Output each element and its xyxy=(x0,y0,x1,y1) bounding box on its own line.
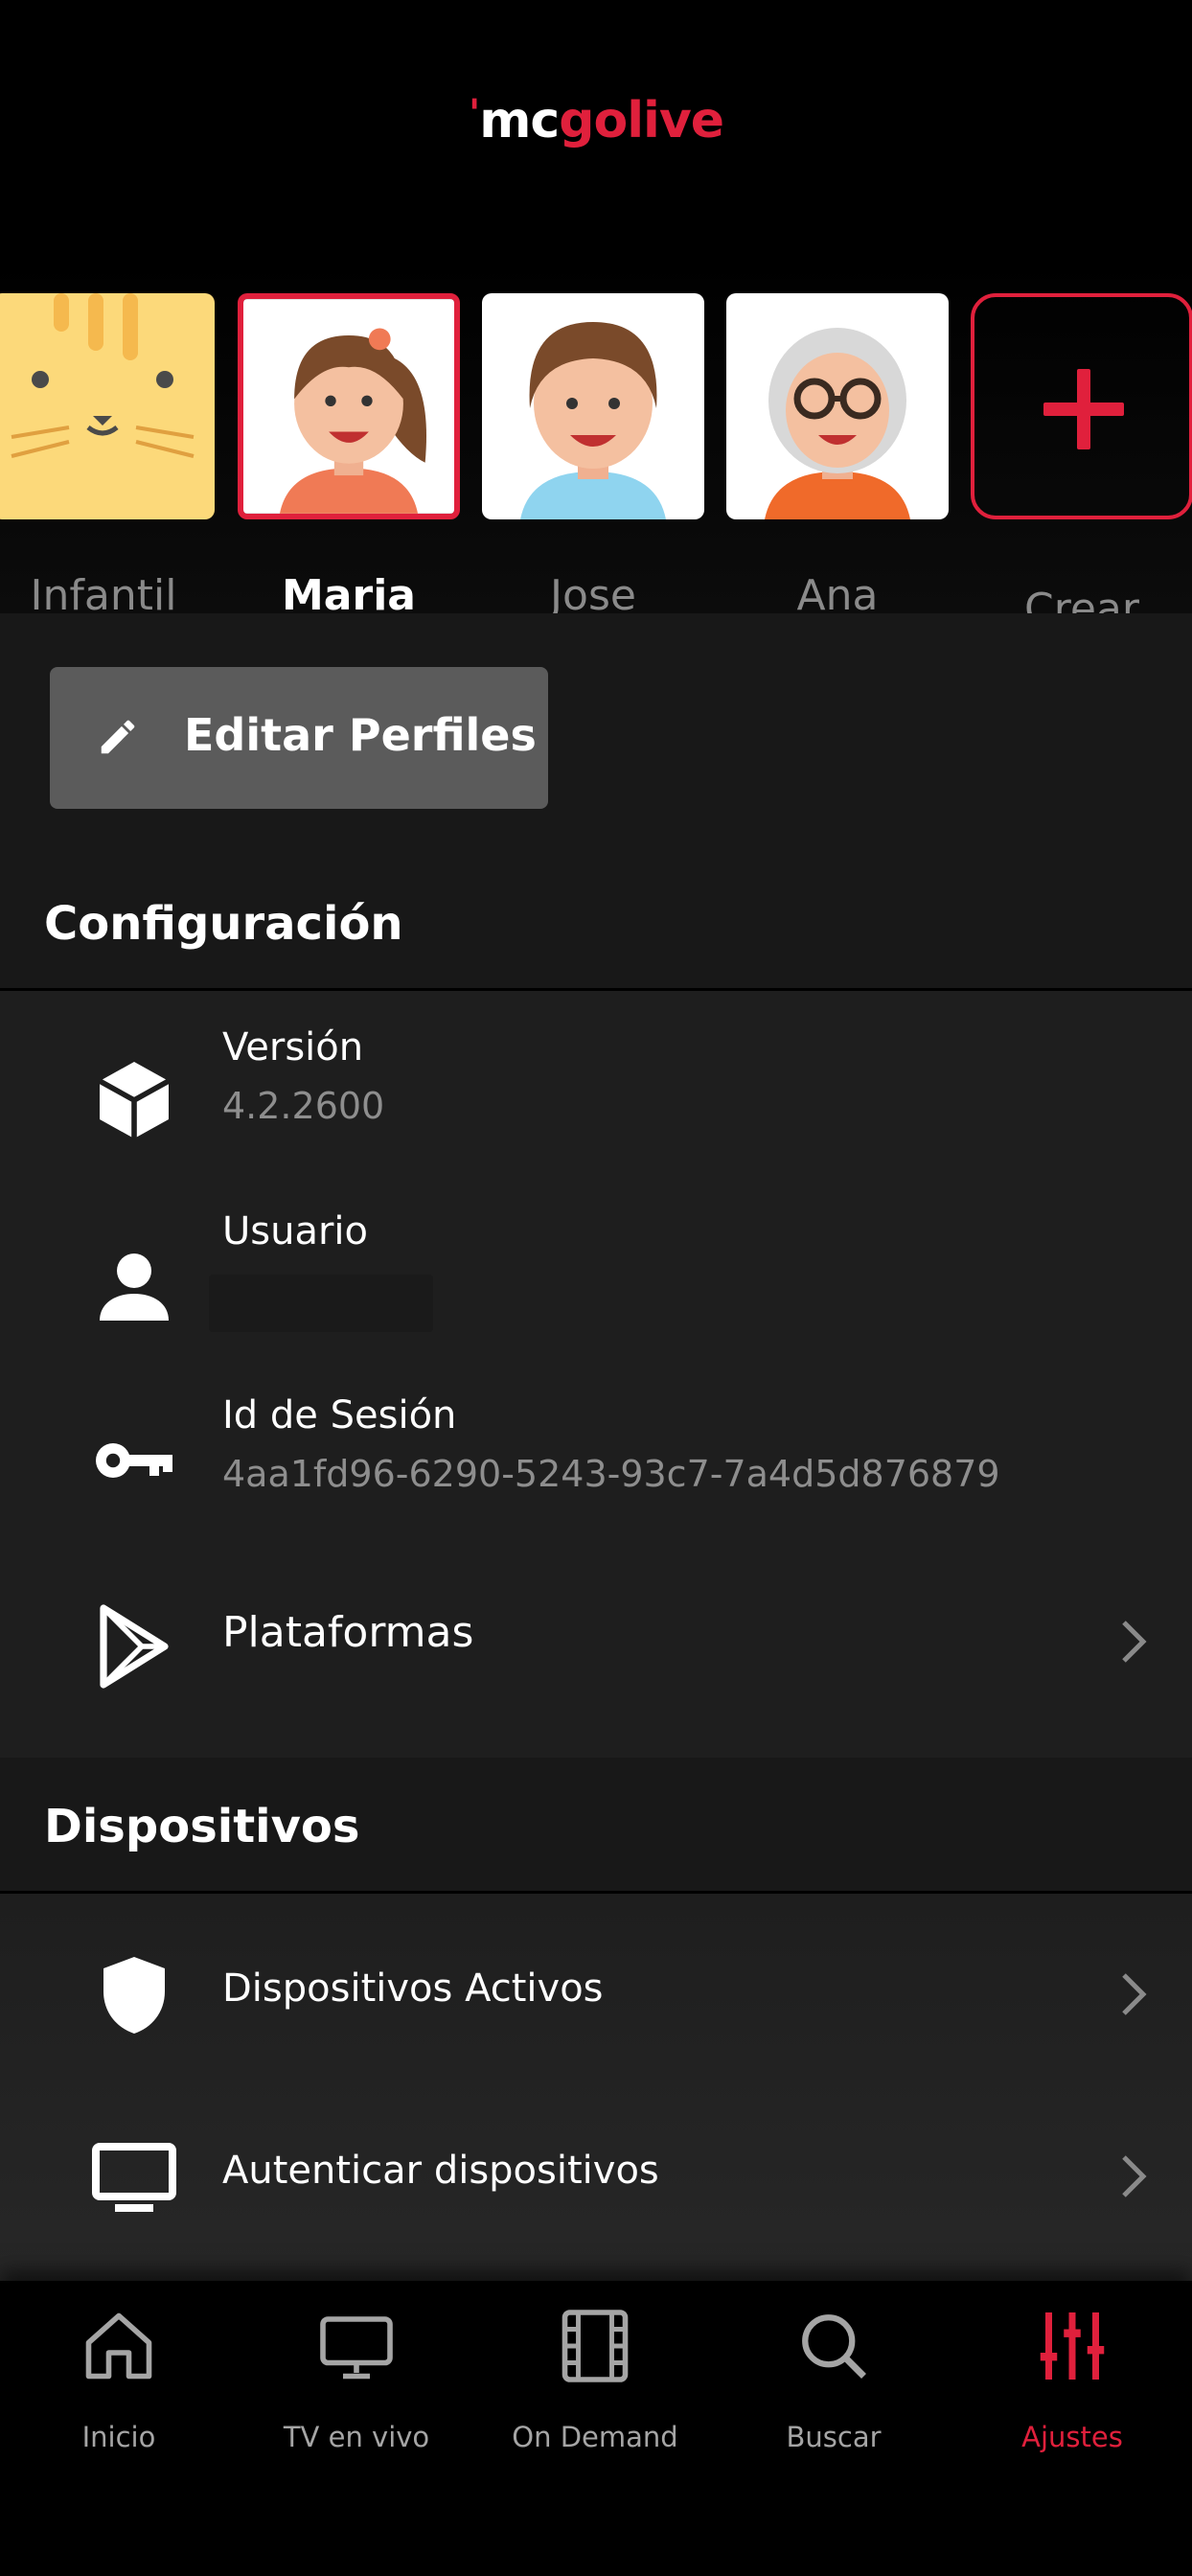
session-value: 4aa1fd96-6290-5243-93c7-7a4d5d876879 xyxy=(222,1453,1000,1495)
pencil-icon xyxy=(101,720,135,754)
nav-inicio[interactable]: Inicio xyxy=(0,2300,238,2472)
nav-on-demand[interactable]: On Demand xyxy=(476,2300,714,2472)
nav-label: TV en vivo xyxy=(283,2421,430,2453)
chevron-right-icon xyxy=(1122,1973,1147,2015)
nav-label: Inicio xyxy=(81,2421,156,2453)
tv-icon xyxy=(316,2300,397,2392)
cube-icon xyxy=(88,1054,180,1146)
user-value-redacted xyxy=(209,1275,433,1332)
film-icon xyxy=(555,2300,635,2392)
chevron-right-icon xyxy=(1122,1621,1147,1663)
section-title-dispositivos: Dispositivos xyxy=(44,1800,360,1853)
boy-avatar-icon xyxy=(482,293,704,519)
user-row: Usuario xyxy=(0,1198,1192,1361)
key-icon xyxy=(88,1414,180,1506)
session-row: Id de Sesión 4aa1fd96-6290-5243-93c7-7a4… xyxy=(0,1380,1192,1543)
girl-avatar-icon xyxy=(238,293,460,519)
active-devices-row[interactable]: Dispositivos Activos xyxy=(0,1917,1192,2070)
section-title-configuracion: Configuración xyxy=(44,897,403,951)
mcgolive-logo: 'mcgolive xyxy=(468,92,724,150)
play-store-icon xyxy=(88,1600,180,1692)
edit-profiles-label: Editar Perfiles xyxy=(184,709,537,761)
platforms-label: Plataformas xyxy=(222,1608,474,1657)
settings-panel: Editar Perfiles Configuración Versión 4.… xyxy=(0,613,1192,2281)
chevron-right-icon xyxy=(1122,2155,1147,2197)
user-label: Usuario xyxy=(222,1209,369,1254)
search-icon xyxy=(793,2300,874,2392)
nav-label: On Demand xyxy=(512,2421,678,2453)
person-icon xyxy=(88,1240,180,1332)
session-label: Id de Sesión xyxy=(222,1393,457,1438)
nav-tv-en-vivo[interactable]: TV en vivo xyxy=(238,2300,475,2472)
home-icon xyxy=(79,2300,159,2392)
nav-label: Ajustes xyxy=(1021,2421,1123,2453)
bottom-navigation: Inicio TV en vivo On Demand Buscar Ajust… xyxy=(0,2281,1192,2576)
cat-avatar-icon xyxy=(0,293,215,519)
shield-icon xyxy=(88,1949,180,2041)
nav-label: Buscar xyxy=(786,2421,882,2453)
edit-profiles-button[interactable]: Editar Perfiles xyxy=(50,667,548,809)
monitor-icon xyxy=(88,2131,180,2223)
platforms-row[interactable]: Plataformas xyxy=(0,1562,1192,1725)
authenticate-devices-label: Autenticar dispositivos xyxy=(222,2149,659,2193)
nav-buscar[interactable]: Buscar xyxy=(715,2300,952,2472)
grandma-avatar-icon xyxy=(726,293,949,519)
authenticate-devices-row[interactable]: Autenticar dispositivos xyxy=(0,2099,1192,2252)
version-value: 4.2.2600 xyxy=(222,1085,385,1127)
profile-selector: Infantil Maria Jose Ana Crear xyxy=(0,259,1192,633)
nav-ajustes[interactable]: Ajustes xyxy=(953,2300,1191,2472)
version-row: Versión 4.2.2600 xyxy=(0,1016,1192,1179)
sliders-icon xyxy=(1032,2300,1112,2392)
version-label: Versión xyxy=(222,1025,364,1070)
app-header: 'mcgolive xyxy=(0,0,1192,259)
plus-icon xyxy=(971,293,1192,519)
active-devices-label: Dispositivos Activos xyxy=(222,1966,604,2011)
